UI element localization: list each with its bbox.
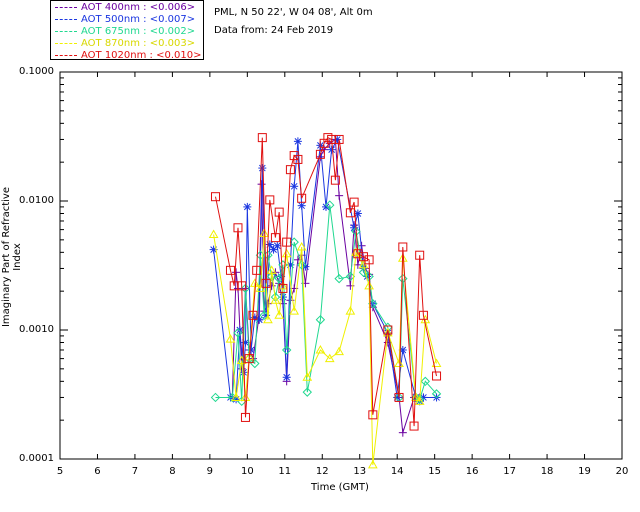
legend-swatch-870 <box>55 43 77 44</box>
x-tick-label: 18 <box>540 466 554 477</box>
series-layer <box>208 133 442 469</box>
chart-canvas <box>59 71 623 469</box>
x-tick-label: 17 <box>503 466 516 477</box>
axis-ticks <box>59 71 623 460</box>
x-tick-label: 20 <box>615 466 629 477</box>
y-tick-label: 0.0001 <box>19 453 54 464</box>
x-tick-label: 8 <box>169 466 176 477</box>
x-tick-label: 15 <box>428 466 442 477</box>
x-tick-label: 5 <box>56 466 64 477</box>
date-info: Data from: 24 Feb 2019 <box>214 25 334 36</box>
x-tick-label: 10 <box>240 466 254 477</box>
legend-swatch-1020 <box>55 55 77 56</box>
legend-swatch-400 <box>55 7 77 8</box>
series-4 <box>210 133 442 431</box>
legend: AOT 400nm : <0.006> AOT 500nm : <0.007> … <box>50 0 204 61</box>
site-info: PML, N 50 22', W 04 08', Alt 0m <box>214 7 373 18</box>
x-tick-label: 7 <box>131 466 139 477</box>
x-tick-label: 12 <box>315 466 329 477</box>
plot-frame <box>59 71 623 460</box>
square-marker <box>432 371 442 381</box>
x-tick-label: 6 <box>94 466 101 477</box>
x-tick-label: 9 <box>206 466 214 477</box>
y-tick-label: 0.0100 <box>19 195 54 206</box>
legend-swatch-500 <box>55 19 77 20</box>
x-tick-label: 16 <box>465 466 479 477</box>
legend-label-1020: AOT 1020nm : <0.010> <box>81 50 202 61</box>
square-marker <box>210 192 220 202</box>
x-tick-label: 14 <box>390 466 404 477</box>
x-tick-label: 11 <box>278 466 292 477</box>
x-axis-label: Time (GMT) <box>311 482 369 493</box>
x-tick-label: 19 <box>578 466 591 477</box>
y-tick-label: 0.0010 <box>19 324 54 335</box>
y-tick-label: 0.1000 <box>19 66 54 77</box>
legend-swatch-675 <box>55 31 77 32</box>
x-tick-label: 13 <box>353 466 367 477</box>
